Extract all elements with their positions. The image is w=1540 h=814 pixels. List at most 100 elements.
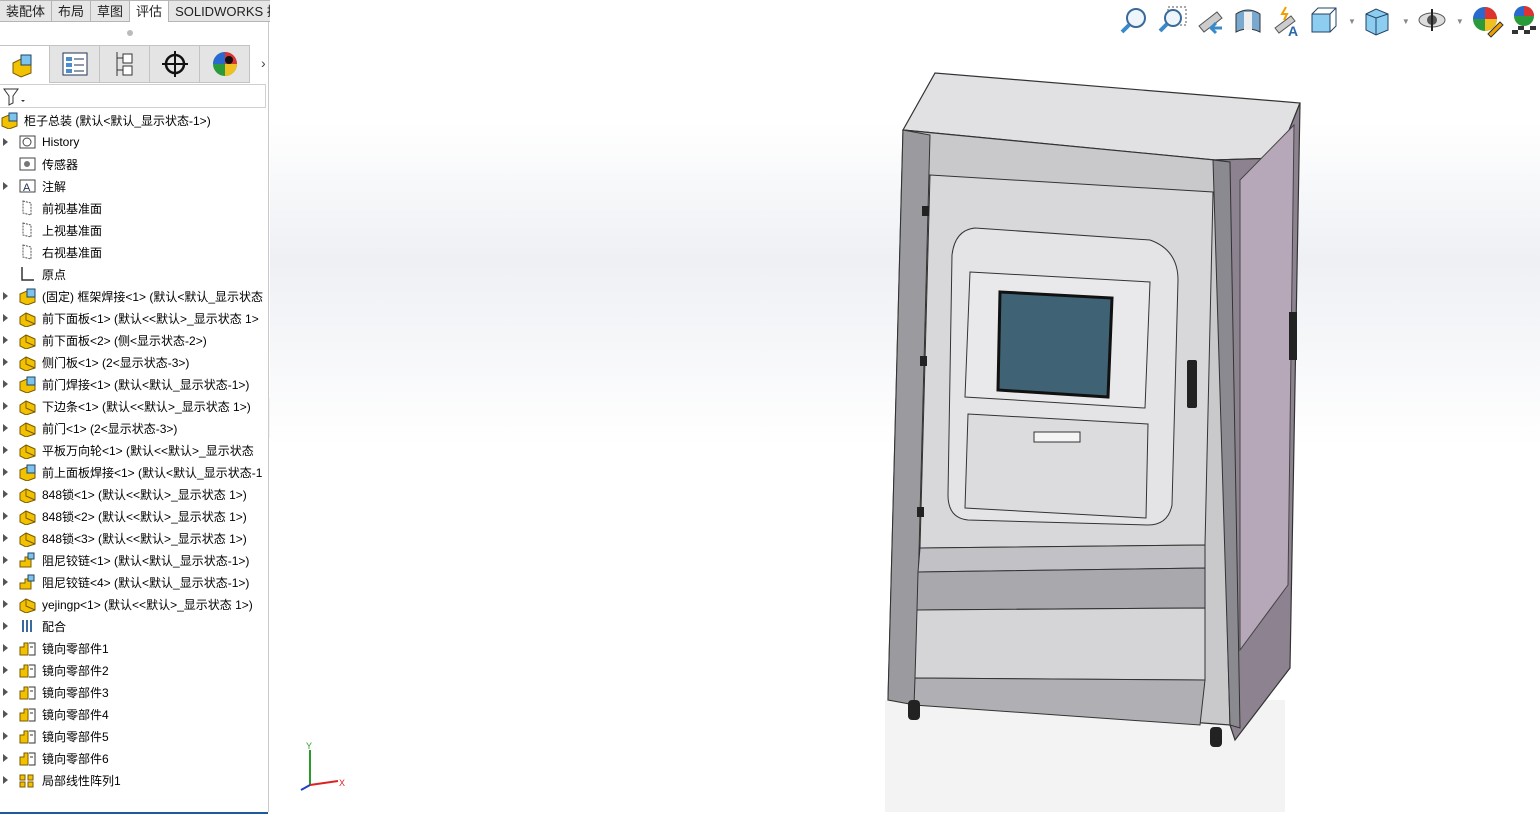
display-style-button[interactable] (1362, 4, 1396, 38)
tree-item[interactable]: 右视基准面 (0, 241, 268, 263)
expand-arrow-icon[interactable] (3, 424, 9, 432)
tree-item[interactable]: 局部线性阵列1 (0, 769, 268, 791)
expand-arrow-icon[interactable] (3, 754, 9, 762)
expand-arrow-icon[interactable] (3, 512, 9, 520)
tree-item[interactable]: 848锁<3> (默认<<默认>_显示状态 1>) (0, 527, 268, 549)
tree-item[interactable]: History (0, 131, 268, 153)
expand-arrow-icon[interactable] (3, 358, 9, 366)
tree-item[interactable]: (固定) 框架焊接<1> (默认<默认_显示状态 (0, 285, 268, 307)
tree-item[interactable]: 镜向零部件5 (0, 725, 268, 747)
tree-item-label: 848锁<3> (默认<<默认>_显示状态 1>) (42, 531, 247, 546)
expand-arrow-icon[interactable] (3, 688, 9, 696)
expand-arrow-icon[interactable] (3, 402, 9, 410)
configuration-manager-icon (116, 52, 132, 76)
cabinet-model[interactable]: Y X (270, 0, 1540, 812)
expand-arrow-icon[interactable] (3, 468, 9, 476)
filter-bar[interactable] (0, 84, 266, 108)
graphics-area[interactable]: Y X A▼▼▼▼▼ (270, 0, 1540, 812)
expand-arrow-icon[interactable] (3, 644, 9, 652)
plane-icon (22, 200, 32, 216)
tree-item[interactable]: 镜向零部件6 (0, 747, 268, 769)
dropdown-arrow-icon[interactable]: ▼ (1402, 17, 1410, 26)
tree-item[interactable]: 镜向零部件3 (0, 681, 268, 703)
tree-item[interactable]: 848锁<2> (默认<<默认>_显示状态 1>) (0, 505, 268, 527)
expand-arrow-icon[interactable] (3, 182, 9, 190)
dropdown-arrow-icon[interactable]: ▼ (1456, 17, 1464, 26)
apply-scene-button[interactable] (1508, 4, 1540, 38)
tree-item-label: yejingp<1> (默认<<默认>_显示状态 1>) (42, 597, 253, 612)
panel-tab-2[interactable] (100, 45, 150, 83)
command-tab-1[interactable]: 布局 (52, 0, 92, 22)
expand-arrow-icon[interactable] (3, 710, 9, 718)
flexible-subassembly-icon (19, 552, 35, 568)
caster (1210, 727, 1222, 747)
panel-tab-3[interactable] (150, 45, 200, 83)
expand-arrow-icon[interactable] (3, 314, 9, 322)
tree-item[interactable]: 前上面板焊接<1> (默认<默认_显示状态-1 (0, 461, 268, 483)
tree-item[interactable]: 前门<1> (2<显示状态-3>) (0, 417, 268, 439)
expand-arrow-icon[interactable] (3, 556, 9, 564)
tree-item[interactable]: 阻尼铰链<4> (默认<默认_显示状态-1>) (0, 571, 268, 593)
mates-icon (22, 620, 32, 632)
expand-arrow-icon[interactable] (3, 776, 9, 784)
tree-item[interactable]: 阻尼铰链<1> (默认<默认_显示状态-1>) (0, 549, 268, 571)
command-tab-3[interactable]: 评估 (130, 0, 170, 22)
part-icon (19, 422, 36, 437)
tree-item[interactable]: 侧门板<1> (2<显示状态-3>) (0, 351, 268, 373)
panel-grip[interactable] (127, 30, 133, 36)
expand-arrow-icon[interactable] (3, 292, 9, 300)
panel-tab-0[interactable] (0, 45, 50, 83)
tree-item[interactable]: 前视基准面 (0, 197, 268, 219)
tree-item-label: 镜向零部件1 (42, 641, 109, 656)
expand-arrow-icon[interactable] (3, 666, 9, 674)
tree-item-label: 前下面板<1> (默认<<默认>_显示状态 1> (42, 311, 259, 326)
tree-item[interactable]: 前门焊接<1> (默认<默认_显示状态-1>) (0, 373, 268, 395)
panel-tab-4[interactable] (200, 45, 250, 83)
tree-item[interactable]: 前下面板<1> (默认<<默认>_显示状态 1> (0, 307, 268, 329)
previous-view-button[interactable] (1194, 4, 1228, 38)
expand-arrow-icon[interactable] (3, 138, 9, 146)
filter-icon[interactable] (2, 86, 28, 108)
more-tabs-chevron-icon[interactable]: › (261, 55, 266, 71)
tree-item[interactable]: 平板万向轮<1> (默认<<默认>_显示状态 (0, 439, 268, 461)
tree-item[interactable]: A 注解 (0, 175, 268, 197)
dropdown-arrow-icon[interactable]: ▼ (1348, 17, 1356, 26)
tree-item[interactable]: 原点 (0, 263, 268, 285)
command-tab-2[interactable]: 草图 (91, 0, 131, 22)
plane-icon (22, 222, 32, 238)
tree-item[interactable]: 镜向零部件4 (0, 703, 268, 725)
subassembly-icon (1, 112, 18, 129)
tree-item[interactable]: 镜向零部件1 (0, 637, 268, 659)
expand-arrow-icon[interactable] (3, 622, 9, 630)
expand-arrow-icon[interactable] (3, 534, 9, 542)
expand-arrow-icon[interactable] (3, 490, 9, 498)
tree-item[interactable]: 848锁<1> (默认<<默认>_显示状态 1>) (0, 483, 268, 505)
tree-root[interactable]: 柜子总装 (默认<默认_显示状态-1>) (0, 109, 268, 131)
tree-item[interactable]: yejingp<1> (默认<<默认>_显示状态 1>) (0, 593, 268, 615)
expand-arrow-icon[interactable] (3, 578, 9, 586)
edit-appearance-button[interactable] (1470, 4, 1504, 38)
hide-show-items-button[interactable] (1416, 4, 1450, 38)
expand-arrow-icon[interactable] (3, 336, 9, 344)
tree-item[interactable]: 上视基准面 (0, 219, 268, 241)
tree-item[interactable]: 传感器 (0, 153, 268, 175)
tree-item[interactable]: 下边条<1> (默认<<默认>_显示状态 1>) (0, 395, 268, 417)
zoom-to-fit-button[interactable] (1118, 4, 1152, 38)
zoom-to-area-button[interactable] (1156, 4, 1190, 38)
display-manager-icon (212, 52, 237, 76)
expand-arrow-icon[interactable] (3, 732, 9, 740)
view-orientation-button[interactable] (1308, 4, 1342, 38)
expand-arrow-icon[interactable] (3, 380, 9, 388)
section-view-button[interactable] (1232, 4, 1266, 38)
dynamic-annotation-views-button[interactable]: A (1270, 4, 1304, 38)
expand-arrow-icon[interactable] (3, 600, 9, 608)
tree-item[interactable]: 配合 (0, 615, 268, 637)
tree-item[interactable]: 前下面板<2> (侧<显示状态-2>) (0, 329, 268, 351)
tree-item-label: 下边条<1> (默认<<默认>_显示状态 1>) (42, 399, 251, 414)
command-tab-0[interactable]: 装配体 (0, 0, 53, 22)
expand-arrow-icon[interactable] (3, 446, 9, 454)
tree-item[interactable]: 镜向零部件2 (0, 659, 268, 681)
tree-item-label: 侧门板<1> (2<显示状态-3>) (42, 355, 190, 370)
panel-tab-1[interactable] (50, 45, 100, 83)
drawer (964, 413, 1149, 519)
